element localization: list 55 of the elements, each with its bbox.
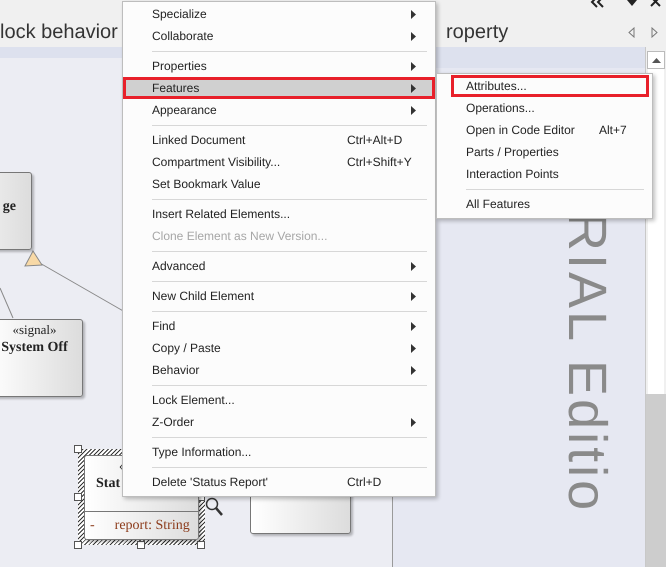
resize-handle[interactable] [137,541,145,549]
submenu-arrow-icon [411,84,416,92]
menu-item[interactable]: Open in Code Editor Alt+7 [437,119,652,141]
menu-item[interactable]: Linked Document Ctrl+Alt+D [123,129,435,151]
submenu-arrow-icon [411,62,416,70]
scroll-left-icon[interactable] [628,27,635,38]
menu-item[interactable]: Specialize [123,3,435,25]
submenu-arrow-icon [411,322,416,330]
menu-item[interactable]: Operations... [437,97,652,119]
node-stereotype: «signal» [11,322,58,338]
node-title: System Off [1,340,68,356]
menu-item[interactable]: Set Bookmark Value [123,173,435,195]
menu-item[interactable]: Interaction Points [437,163,652,185]
scrollbar-thumb[interactable] [646,394,666,567]
resize-handle[interactable] [74,541,82,549]
submenu-arrow-icon [411,292,416,300]
menu-item[interactable]: All Features [437,193,652,215]
scroll-up-button[interactable] [647,51,665,69]
menu-item[interactable]: Type Information... [123,441,435,463]
submenu-arrow-icon [411,32,416,40]
up-arrow-icon [652,58,660,62]
menu-item[interactable]: Attributes... [451,75,649,97]
submenu-arrow-icon [411,418,416,426]
menu-item[interactable]: Appearance [123,99,435,121]
node-title: Stat [96,476,120,492]
node-title: ge [2,199,16,215]
menu-item[interactable]: Compartment Visibility... Ctrl+Shift+Y [123,151,435,173]
menu-item[interactable]: Advanced [123,255,435,277]
menu-item[interactable]: Find [123,315,435,337]
scroll-right-icon[interactable] [651,27,658,38]
submenu-arrow-icon [411,366,416,374]
menu-item[interactable]: Parts / Properties [437,141,652,163]
menu-item[interactable]: Properties [123,55,435,77]
menu-item[interactable]: New Child Element [123,285,435,307]
menu-item[interactable]: Delete 'Status Report' Ctrl+D [123,471,435,493]
menu-item[interactable]: Z-Order [123,411,435,433]
menu-item[interactable]: Behavior [123,359,435,381]
submenu-arrow-icon [411,106,416,114]
dropdown-icon[interactable] [627,0,637,6]
menu-item[interactable]: Insert Related Elements... [123,203,435,225]
resize-handle[interactable] [197,541,205,549]
submenu-arrow-icon [411,344,416,352]
attribute-visibility: - [90,518,95,534]
magnifier-icon[interactable] [205,497,223,516]
resize-handle[interactable] [74,493,82,501]
submenu-arrow-icon [411,10,416,18]
menu-item[interactable]: Copy / Paste [123,337,435,359]
attribute-text: report: String [114,518,190,534]
resize-handle[interactable] [74,445,82,453]
menu-item[interactable]: Collaborate [123,25,435,47]
submenu-arrow-icon [411,262,416,270]
menu-item[interactable]: Features [123,77,435,99]
diagram-tab[interactable]: roperty [446,19,616,45]
menu-item[interactable]: Lock Element... [123,389,435,411]
connector-line [0,288,14,318]
